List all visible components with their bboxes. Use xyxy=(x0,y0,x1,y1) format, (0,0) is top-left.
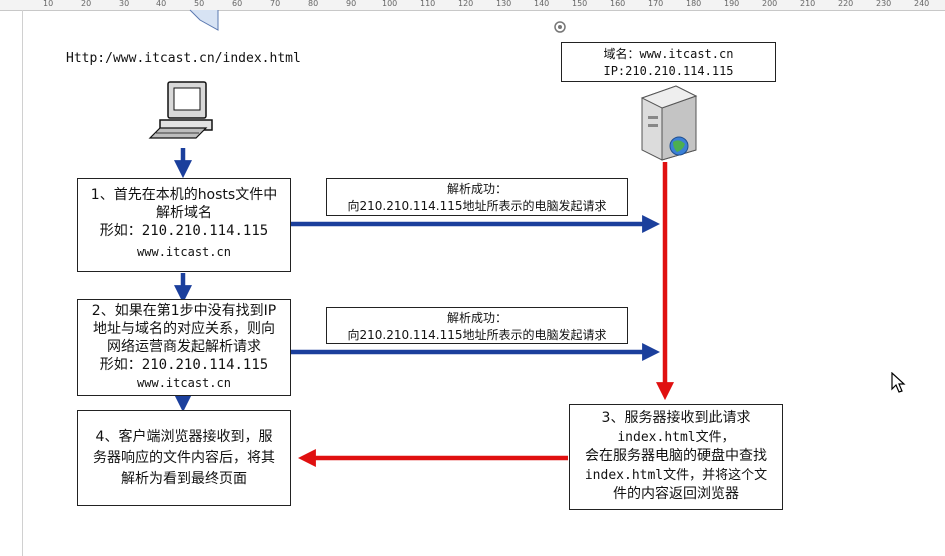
step4-line: 4、客户端浏览器接收到，服 xyxy=(95,429,273,445)
resolve-message-1: 解析成功： 向210.210.114.115地址所表示的电脑发起请求 xyxy=(326,178,628,216)
step1-line: www.itcast.cn xyxy=(137,245,231,259)
server-ip: IP:210.210.114.115 xyxy=(603,64,734,78)
resolve-message-title: 解析成功： xyxy=(446,311,507,325)
step3-line: index.html文件，并将这个文 xyxy=(584,468,768,483)
step1-line: 1、首先在本机的hosts文件中 xyxy=(90,187,278,203)
step1-line: 解析域名 xyxy=(156,205,212,221)
step4-box: 4、客户端浏览器接收到，服 务器响应的文件内容后，将其 解析为看到最终页面 xyxy=(77,410,291,506)
step2-line: www.itcast.cn xyxy=(137,376,231,390)
step3-line: 会在服务器电脑的硬盘中查找 xyxy=(585,448,767,464)
url-label: Http:/www.itcast.cn/index.html xyxy=(66,51,301,66)
step2-line: 2、如果在第1步中没有找到IP xyxy=(91,303,277,319)
step2-line: 形如：210.210.114.115 xyxy=(99,357,269,373)
step3-line: 件的内容返回浏览器 xyxy=(613,486,739,502)
step3-box: 3、服务器接收到此请求 index.html文件， 会在服务器电脑的硬盘中查找 … xyxy=(569,404,783,510)
computer-icon xyxy=(148,81,213,139)
resolve-message-title: 解析成功： xyxy=(446,182,507,196)
step4-line: 解析为看到最终页面 xyxy=(121,471,247,487)
step2-line: 地址与域名的对应关系，则向 xyxy=(93,321,275,337)
step4-line: 务器响应的文件内容后，将其 xyxy=(93,450,275,466)
resolve-message-text: 向210.210.114.115地址所表示的电脑发起请求 xyxy=(347,328,607,342)
server-icon xyxy=(640,85,698,161)
step1-box: 1、首先在本机的hosts文件中 解析域名 形如：210.210.114.115… xyxy=(77,178,291,272)
server-info-box: 域名：www.itcast.cn IP:210.210.114.115 xyxy=(561,42,776,82)
resolve-message-text: 向210.210.114.115地址所表示的电脑发起请求 xyxy=(347,199,607,213)
step2-box: 2、如果在第1步中没有找到IP 地址与域名的对应关系，则向 网络运营商发起解析请… xyxy=(77,299,291,396)
resolve-message-2: 解析成功： 向210.210.114.115地址所表示的电脑发起请求 xyxy=(326,307,628,344)
rotate-handle-icon[interactable] xyxy=(554,21,566,33)
step3-line: index.html文件， xyxy=(617,430,735,445)
partial-shape xyxy=(189,9,219,31)
step3-line: 3、服务器接收到此请求 xyxy=(601,410,751,426)
server-domain: 域名：www.itcast.cn xyxy=(603,47,734,61)
step1-line: 形如：210.210.114.115 xyxy=(99,223,269,239)
step2-line: 网络运营商发起解析请求 xyxy=(107,339,261,355)
mouse-cursor-icon xyxy=(891,372,906,393)
